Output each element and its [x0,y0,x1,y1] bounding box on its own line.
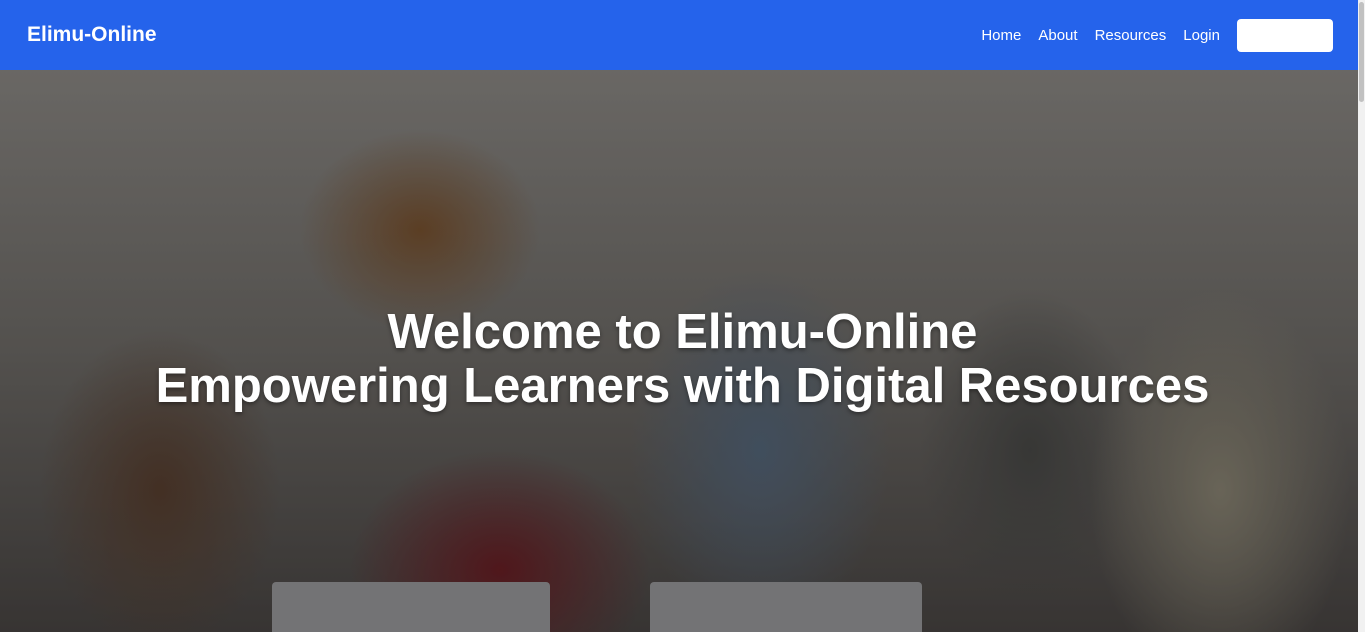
hero-heading: Welcome to Elimu-Online Empowering Learn… [0,305,1365,413]
register-button[interactable]: Register [1236,18,1333,52]
navbar: Elimu-Online Home About Resources Login … [0,0,1358,70]
nav-resources-link[interactable]: Resources [1095,27,1167,44]
nav-home-link[interactable]: Home [981,27,1021,44]
hero-subtitle: Empowering Learners with Digital Resourc… [155,359,1210,413]
brand-logo[interactable]: Elimu-Online [27,23,157,47]
nav-about-link[interactable]: About [1038,27,1077,44]
laptop-image [272,582,550,632]
nav-login-link[interactable]: Login [1183,27,1220,44]
laptop-image [650,582,922,632]
hero-title: Welcome to Elimu-Online [387,305,978,359]
nav-links: Home About Resources Login Register [981,18,1333,52]
scrollbar-thumb[interactable] [1359,2,1364,102]
